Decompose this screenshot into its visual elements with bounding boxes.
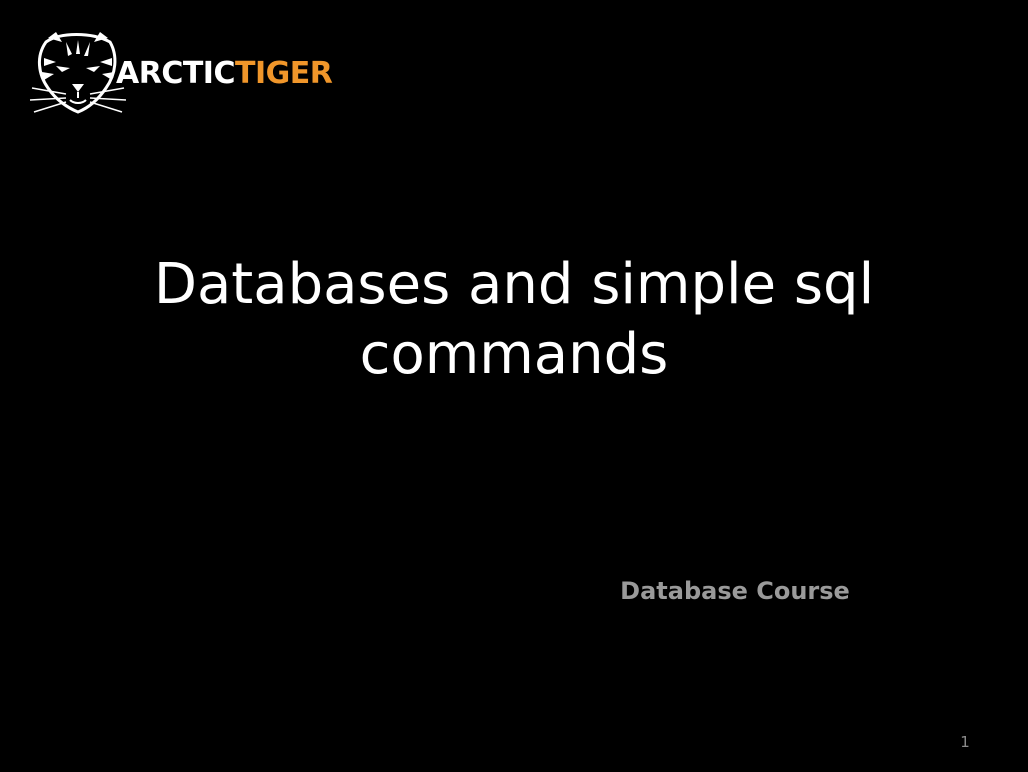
logo-word-tiger: TIGER [234, 56, 333, 91]
arctic-tiger-logo: ARCTICTIGER [26, 28, 366, 118]
logo-wordmark: ARCTICTIGER [116, 54, 333, 94]
tiger-head-icon [29, 32, 126, 114]
slide-subtitle: Database Course [620, 577, 850, 605]
slide-title: Databases and simple sql commands [153, 252, 875, 387]
logo-word-arctic: ARCTIC [116, 56, 235, 91]
page-number: 1 [960, 733, 970, 751]
slide: ARCTICTIGER Databases and simple sql com… [0, 0, 1028, 772]
